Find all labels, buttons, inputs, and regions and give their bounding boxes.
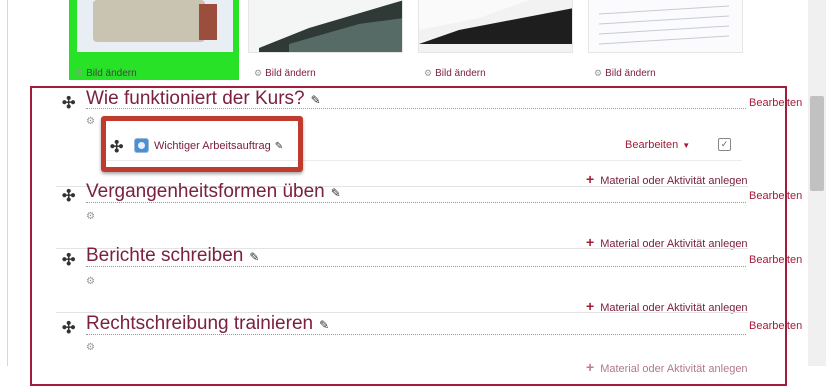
course-image-tile[interactable]: ⚙ Bild ändern <box>69 0 239 80</box>
change-image-link[interactable]: ⚙ Bild ändern <box>594 68 656 79</box>
gear-icon[interactable]: ⚙ <box>86 276 95 287</box>
scrollbar-thumb[interactable] <box>810 96 824 191</box>
change-image-link[interactable]: ⚙ Bild ändern <box>254 68 316 79</box>
move-icon[interactable]: ✣ <box>62 318 75 338</box>
move-icon[interactable]: ✣ <box>62 186 75 206</box>
section-title-underline <box>86 266 746 267</box>
section-title[interactable]: Rechtschreibung trainieren ✎ <box>86 313 329 335</box>
gear-icon[interactable]: ⚙ <box>86 342 95 353</box>
course-image-tile[interactable]: ⚙ Bild ändern <box>418 0 573 80</box>
gear-icon: ⚙ <box>75 68 84 78</box>
move-icon[interactable]: ✣ <box>62 93 75 113</box>
course-image <box>418 0 573 53</box>
section-title-underline <box>86 202 746 203</box>
checkbox-icon[interactable]: ✓ <box>718 138 731 151</box>
section-title-underline <box>86 108 746 109</box>
plus-icon: + <box>586 359 595 375</box>
section-title-underline <box>86 334 746 335</box>
section-edit-menu[interactable]: Bearbeiten <box>749 254 802 266</box>
section-edit-menu[interactable]: Bearbeiten <box>749 320 802 332</box>
caret-down-icon: ▼ <box>682 141 691 150</box>
course-image-tile[interactable]: ⚙ Bild ändern <box>248 0 403 80</box>
section-title[interactable]: Wie funktioniert der Kurs? ✎ <box>86 88 321 110</box>
change-image-link[interactable]: ⚙ Bild ändern <box>75 68 137 79</box>
gear-icon: ⚙ <box>594 68 603 78</box>
gear-icon[interactable]: ⚙ <box>86 116 95 127</box>
section-title[interactable]: Berichte schreiben ✎ <box>86 245 259 267</box>
section-title[interactable]: Vergangenheitsformen üben ✎ <box>86 181 341 203</box>
section-edit-menu[interactable]: Bearbeiten <box>749 97 802 109</box>
add-activity-link[interactable]: + Material oder Aktivität anlegen <box>586 359 748 375</box>
move-icon[interactable]: ✣ <box>62 250 75 270</box>
course-image-tile[interactable]: ⚙ Bild ändern <box>588 0 743 80</box>
course-image <box>248 0 403 53</box>
gear-icon: ⚙ <box>424 68 433 78</box>
gear-icon: ⚙ <box>254 68 263 78</box>
add-activity-link[interactable]: + Material oder Aktivität anlegen <box>586 171 748 187</box>
section-edit-menu[interactable]: Bearbeiten <box>749 190 802 202</box>
course-image-strip: ⚙ Bild ändern ⚙ Bild ändern ⚙ Bild ändern <box>0 0 826 80</box>
plus-icon: + <box>586 171 595 187</box>
course-image <box>77 0 233 52</box>
gear-icon[interactable]: ⚙ <box>86 211 95 222</box>
highlight-annotation <box>101 116 303 172</box>
course-image <box>588 0 743 53</box>
change-image-link[interactable]: ⚙ Bild ändern <box>424 68 486 79</box>
pencil-icon[interactable]: ✎ <box>319 318 329 332</box>
pencil-icon[interactable]: ✎ <box>331 186 341 200</box>
pencil-icon[interactable]: ✎ <box>311 93 321 107</box>
pencil-icon[interactable]: ✎ <box>249 250 259 264</box>
activity-edit-menu[interactable]: Bearbeiten ▼ <box>625 139 690 151</box>
